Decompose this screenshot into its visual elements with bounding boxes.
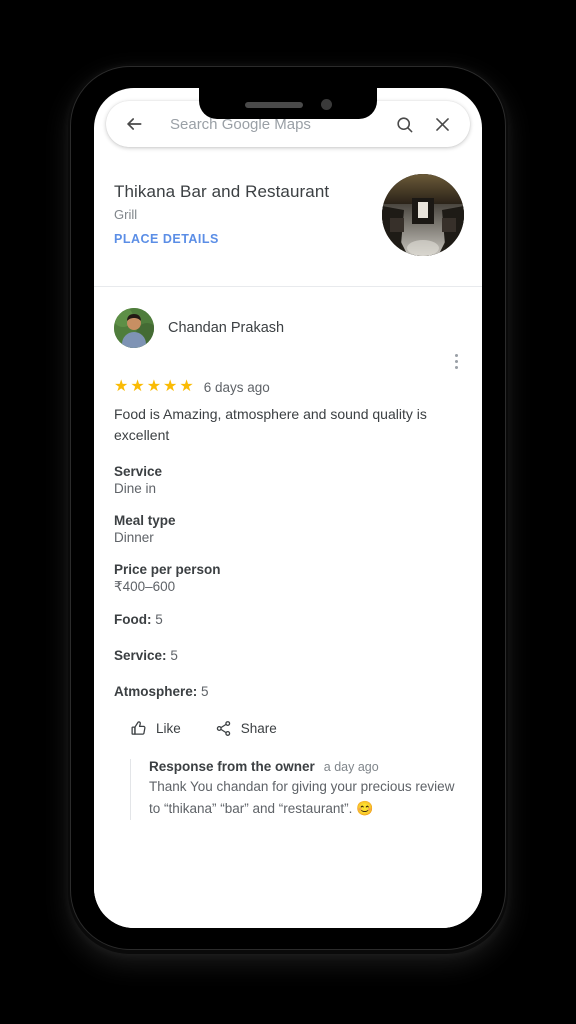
attribute-value: Dinner bbox=[114, 530, 154, 545]
attribute-label: Service bbox=[114, 464, 163, 479]
place-header: Thikana Bar and Restaurant Grill PLACE D… bbox=[94, 160, 482, 286]
attribute-price-per-person: Price per person ₹400–600 bbox=[114, 562, 462, 595]
review-text: Food is Amazing, atmosphere and sound qu… bbox=[114, 406, 427, 443]
star-icon: ★ bbox=[114, 378, 129, 395]
attribute-service: Service Dine in bbox=[114, 464, 462, 496]
owner-response-header: Response from the owner a day ago bbox=[149, 759, 462, 774]
attribute-label: Price per person bbox=[114, 562, 221, 577]
rating-row: ★ ★ ★ ★ ★ 6 days ago bbox=[114, 379, 462, 395]
dot bbox=[454, 365, 458, 369]
reviewer-row: Chandan Prakash bbox=[114, 305, 462, 351]
close-icon[interactable] bbox=[428, 110, 456, 138]
score-label: Food: bbox=[114, 612, 152, 627]
like-button[interactable]: Like bbox=[130, 720, 181, 737]
thumbs-up-icon bbox=[130, 720, 147, 737]
share-button[interactable]: Share bbox=[215, 720, 277, 737]
score-label: Service: bbox=[114, 648, 167, 663]
review-timestamp: 6 days ago bbox=[203, 379, 270, 395]
star-icon: ★ bbox=[146, 378, 162, 395]
score-label: Atmosphere: bbox=[114, 684, 198, 699]
owner-response-text: Thank You chandan for giving your precio… bbox=[149, 777, 462, 820]
star-rating: ★ ★ ★ ★ ★ bbox=[114, 379, 194, 395]
owner-response: Response from the owner a day ago Thank … bbox=[130, 759, 462, 820]
dot bbox=[454, 353, 458, 357]
screenshot-stage: Search Google Maps Thikana Bar and Resta… bbox=[0, 0, 576, 1024]
review-attributes: Service Dine in Meal type Dinner Price p… bbox=[114, 464, 462, 595]
share-icon bbox=[215, 720, 232, 737]
front-camera-icon bbox=[320, 99, 332, 110]
reviewer-name: Chandan Prakash bbox=[168, 320, 285, 336]
share-label: Share bbox=[240, 721, 277, 736]
owner-response-timestamp: a day ago bbox=[323, 760, 379, 774]
score-atmosphere: Atmosphere: 5 bbox=[114, 684, 462, 699]
review-actions: Like Share bbox=[114, 720, 462, 737]
review-scores: Food: 5 Service: 5 Atmosphere: 5 bbox=[114, 612, 462, 699]
like-label: Like bbox=[156, 721, 181, 736]
attribute-value: ₹400–600 bbox=[114, 579, 176, 594]
notch bbox=[199, 88, 377, 119]
avatar[interactable] bbox=[114, 308, 154, 348]
place-thumbnail[interactable] bbox=[382, 174, 464, 256]
dot bbox=[454, 359, 458, 363]
search-icon[interactable] bbox=[390, 110, 418, 138]
score-value: 5 bbox=[201, 684, 209, 699]
score-value: 5 bbox=[155, 612, 163, 627]
star-icon: ★ bbox=[179, 378, 194, 395]
score-service: Service: 5 bbox=[114, 648, 462, 663]
smiling-face-emoji: 😊 bbox=[356, 799, 374, 816]
attribute-label: Meal type bbox=[114, 513, 176, 528]
review-card: Chandan Prakash ★ ★ ★ ★ ★ 6 days ago Foo… bbox=[94, 287, 482, 820]
star-icon: ★ bbox=[130, 378, 145, 395]
score-value: 5 bbox=[170, 648, 178, 663]
attribute-meal-type: Meal type Dinner bbox=[114, 513, 462, 545]
owner-response-body: Thank You chandan for giving your precio… bbox=[149, 779, 455, 816]
phone-screen: Search Google Maps Thikana Bar and Resta… bbox=[94, 88, 482, 928]
screen-content: Thikana Bar and Restaurant Grill PLACE D… bbox=[94, 160, 482, 928]
score-food: Food: 5 bbox=[114, 612, 462, 627]
attribute-value: Dine in bbox=[114, 481, 157, 496]
star-icon: ★ bbox=[163, 378, 178, 395]
overflow-menu-icon[interactable] bbox=[444, 349, 468, 373]
back-arrow-icon[interactable] bbox=[120, 110, 148, 138]
owner-response-title: Response from the owner bbox=[149, 759, 315, 774]
earpiece-speaker-icon bbox=[244, 101, 303, 108]
